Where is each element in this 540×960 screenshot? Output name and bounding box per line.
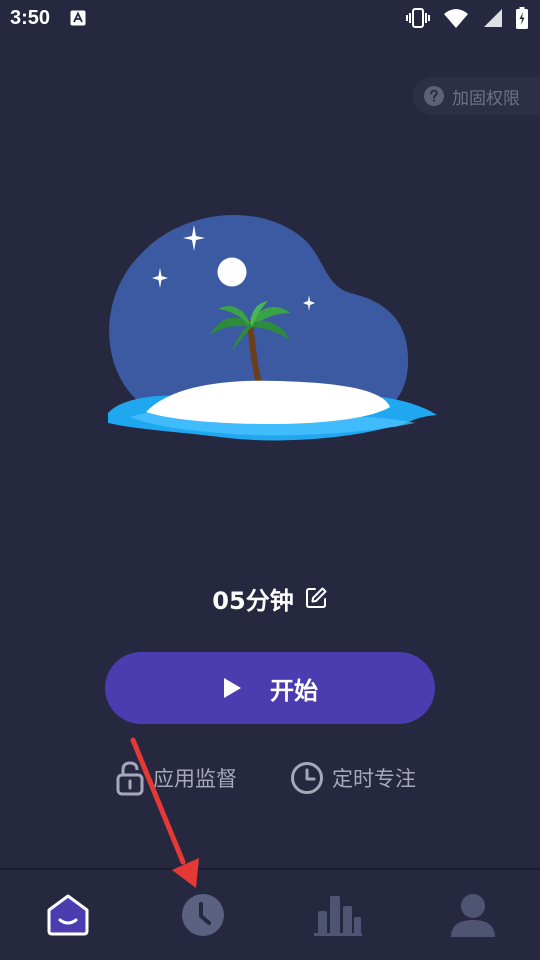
- text-input-icon: [70, 10, 86, 26]
- nav-profile[interactable]: [405, 870, 540, 960]
- island-illustration: [108, 214, 437, 441]
- nav-timer[interactable]: [135, 870, 270, 960]
- bottom-navigation: [0, 870, 540, 960]
- home-icon: [47, 894, 88, 936]
- app-monitor-button[interactable]: 应用监督: [115, 755, 237, 801]
- play-icon: [224, 678, 241, 698]
- harden-permission-label: 加固权限: [452, 88, 520, 109]
- status-time: 3:50: [10, 6, 51, 29]
- app-monitor-label: 应用监督: [153, 767, 237, 791]
- profile-icon: [450, 894, 495, 937]
- start-button[interactable]: 开始: [105, 652, 435, 724]
- lock-icon: [116, 761, 144, 796]
- help-icon: [424, 86, 444, 106]
- nav-home[interactable]: [0, 870, 135, 960]
- stats-icon: [313, 896, 362, 936]
- timer-duration[interactable]: 05分钟: [0, 578, 540, 618]
- edit-icon[interactable]: [304, 586, 328, 610]
- harden-permission-button[interactable]: 加固权限: [412, 77, 540, 115]
- nav-statistics[interactable]: [270, 870, 405, 960]
- scheduled-focus-button[interactable]: 定时专注: [290, 755, 416, 801]
- vibrate-icon: [406, 8, 430, 28]
- wifi-icon: [444, 9, 468, 28]
- moon-icon: [217, 257, 247, 287]
- secondary-actions: 应用监督 定时专注: [0, 755, 540, 801]
- status-bar: 3:50: [0, 0, 540, 36]
- cell-signal-icon: [484, 9, 502, 27]
- duration-label: 05分钟: [212, 586, 294, 615]
- clock-icon: [181, 894, 224, 936]
- clock-outline-icon: [291, 762, 323, 794]
- battery-icon: [516, 7, 528, 29]
- annotation-arrow: [130, 737, 199, 888]
- scheduled-focus-label: 定时专注: [332, 767, 416, 791]
- start-button-label: 开始: [270, 676, 318, 705]
